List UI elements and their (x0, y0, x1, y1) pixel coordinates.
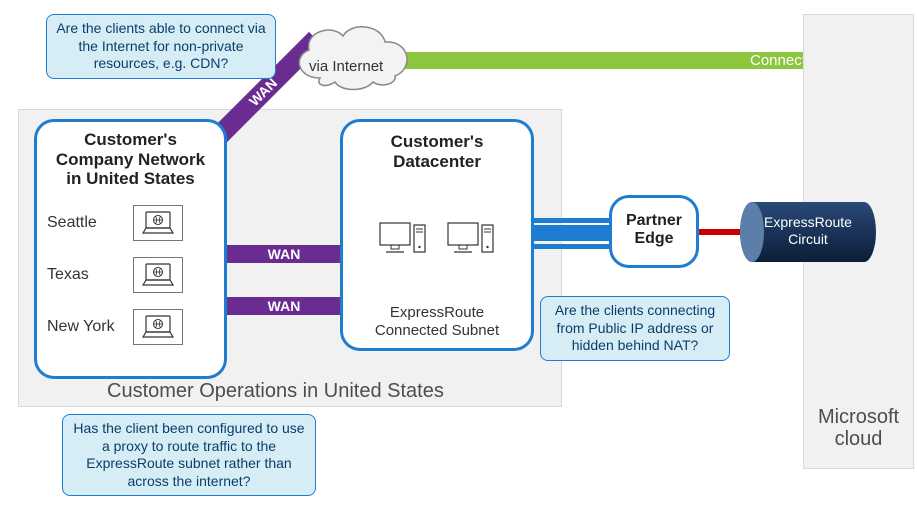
internet-cloud-icon (285, 16, 420, 94)
via-internet-label: via Internet (309, 58, 383, 75)
link-datacenter-partner-thin-top (531, 218, 613, 223)
link-datacenter-partner (531, 225, 613, 241)
city-row-newyork: New York (47, 307, 224, 347)
callout-text: Are the clients connecting from Public I… (555, 302, 715, 353)
expressroute-cylinder: ExpressRoute Circuit (738, 200, 878, 264)
callout-text: Are the clients able to connect via the … (56, 20, 265, 71)
callout-nat: Are the clients connecting from Public I… (540, 296, 730, 361)
svg-text:Circuit: Circuit (788, 231, 828, 247)
callout-cdn: Are the clients able to connect via the … (46, 14, 276, 79)
desktop-icon (447, 222, 495, 256)
link-partner-expressroute (696, 229, 744, 235)
datacenter-subtext: ExpressRoute Connected Subnet (343, 304, 531, 340)
datacenter-box: Customer's Datacenter ExpressRoute Conne… (340, 119, 534, 351)
desktop-icon (379, 222, 427, 256)
svg-text:ExpressRoute: ExpressRoute (764, 214, 852, 230)
laptop-icon (133, 205, 183, 241)
wan-link-texas: WAN (224, 245, 344, 263)
city-label: Texas (47, 266, 133, 284)
customer-network-box: Customer's Company Network in United Sta… (34, 119, 227, 379)
callout-text: Has the client been configured to use a … (73, 420, 304, 489)
laptop-icon (133, 257, 183, 293)
city-label: New York (47, 318, 133, 336)
customer-network-title: Customer's Company Network in United Sta… (37, 130, 224, 189)
wan-label: WAN (268, 246, 301, 262)
laptop-icon (133, 309, 183, 345)
city-row-seattle: Seattle (47, 203, 224, 243)
partner-edge-box: Partner Edge (609, 195, 699, 268)
datacenter-icons (343, 222, 531, 256)
callout-proxy: Has the client been configured to use a … (62, 414, 316, 496)
customer-operations-label: Customer Operations in United States (107, 380, 444, 403)
microsoft-cloud-label: Microsoft cloud (804, 406, 913, 450)
wan-label: WAN (246, 75, 280, 109)
city-row-texas: Texas (47, 255, 224, 295)
partner-edge-title: Partner Edge (612, 212, 696, 249)
city-label: Seattle (47, 214, 133, 232)
wan-label: WAN (268, 298, 301, 314)
datacenter-title: Customer's Datacenter (343, 132, 531, 171)
link-datacenter-partner-thin-bottom (531, 244, 613, 249)
wan-link-newyork: WAN (224, 297, 344, 315)
